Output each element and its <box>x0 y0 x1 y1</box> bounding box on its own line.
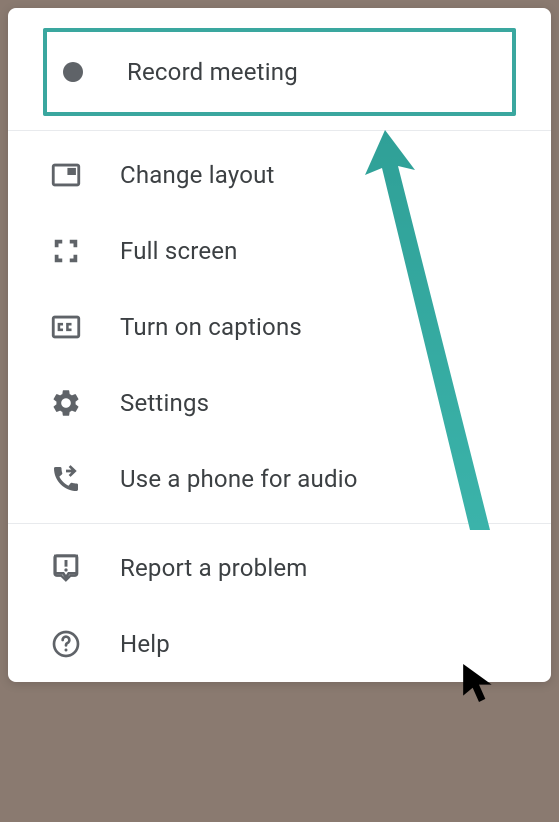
options-menu-panel: Record meeting Change layout Full screen <box>8 8 551 682</box>
feedback-icon <box>48 550 84 586</box>
menu-item-label: Change layout <box>120 161 275 189</box>
menu-item-label: Report a problem <box>120 554 308 582</box>
full-screen-item[interactable]: Full screen <box>8 213 551 289</box>
phone-forward-icon <box>48 461 84 497</box>
menu-item-label: Record meeting <box>127 58 298 86</box>
menu-item-label: Settings <box>120 389 209 417</box>
record-meeting-item[interactable]: Record meeting <box>47 32 512 112</box>
menu-item-label: Use a phone for audio <box>120 465 358 493</box>
settings-item[interactable]: Settings <box>8 365 551 441</box>
captions-icon <box>48 309 84 345</box>
fullscreen-icon <box>48 233 84 269</box>
divider <box>8 523 551 524</box>
menu-item-label: Turn on captions <box>120 313 302 341</box>
menu-item-label: Help <box>120 630 170 658</box>
report-problem-item[interactable]: Report a problem <box>8 530 551 606</box>
record-icon <box>55 54 91 90</box>
phone-audio-item[interactable]: Use a phone for audio <box>8 441 551 517</box>
divider <box>8 130 551 131</box>
highlighted-option: Record meeting <box>43 28 516 116</box>
change-layout-item[interactable]: Change layout <box>8 137 551 213</box>
layout-icon <box>48 157 84 193</box>
gear-icon <box>48 385 84 421</box>
help-icon <box>48 626 84 662</box>
help-item[interactable]: Help <box>8 606 551 682</box>
menu-item-label: Full screen <box>120 237 238 265</box>
turn-on-captions-item[interactable]: Turn on captions <box>8 289 551 365</box>
